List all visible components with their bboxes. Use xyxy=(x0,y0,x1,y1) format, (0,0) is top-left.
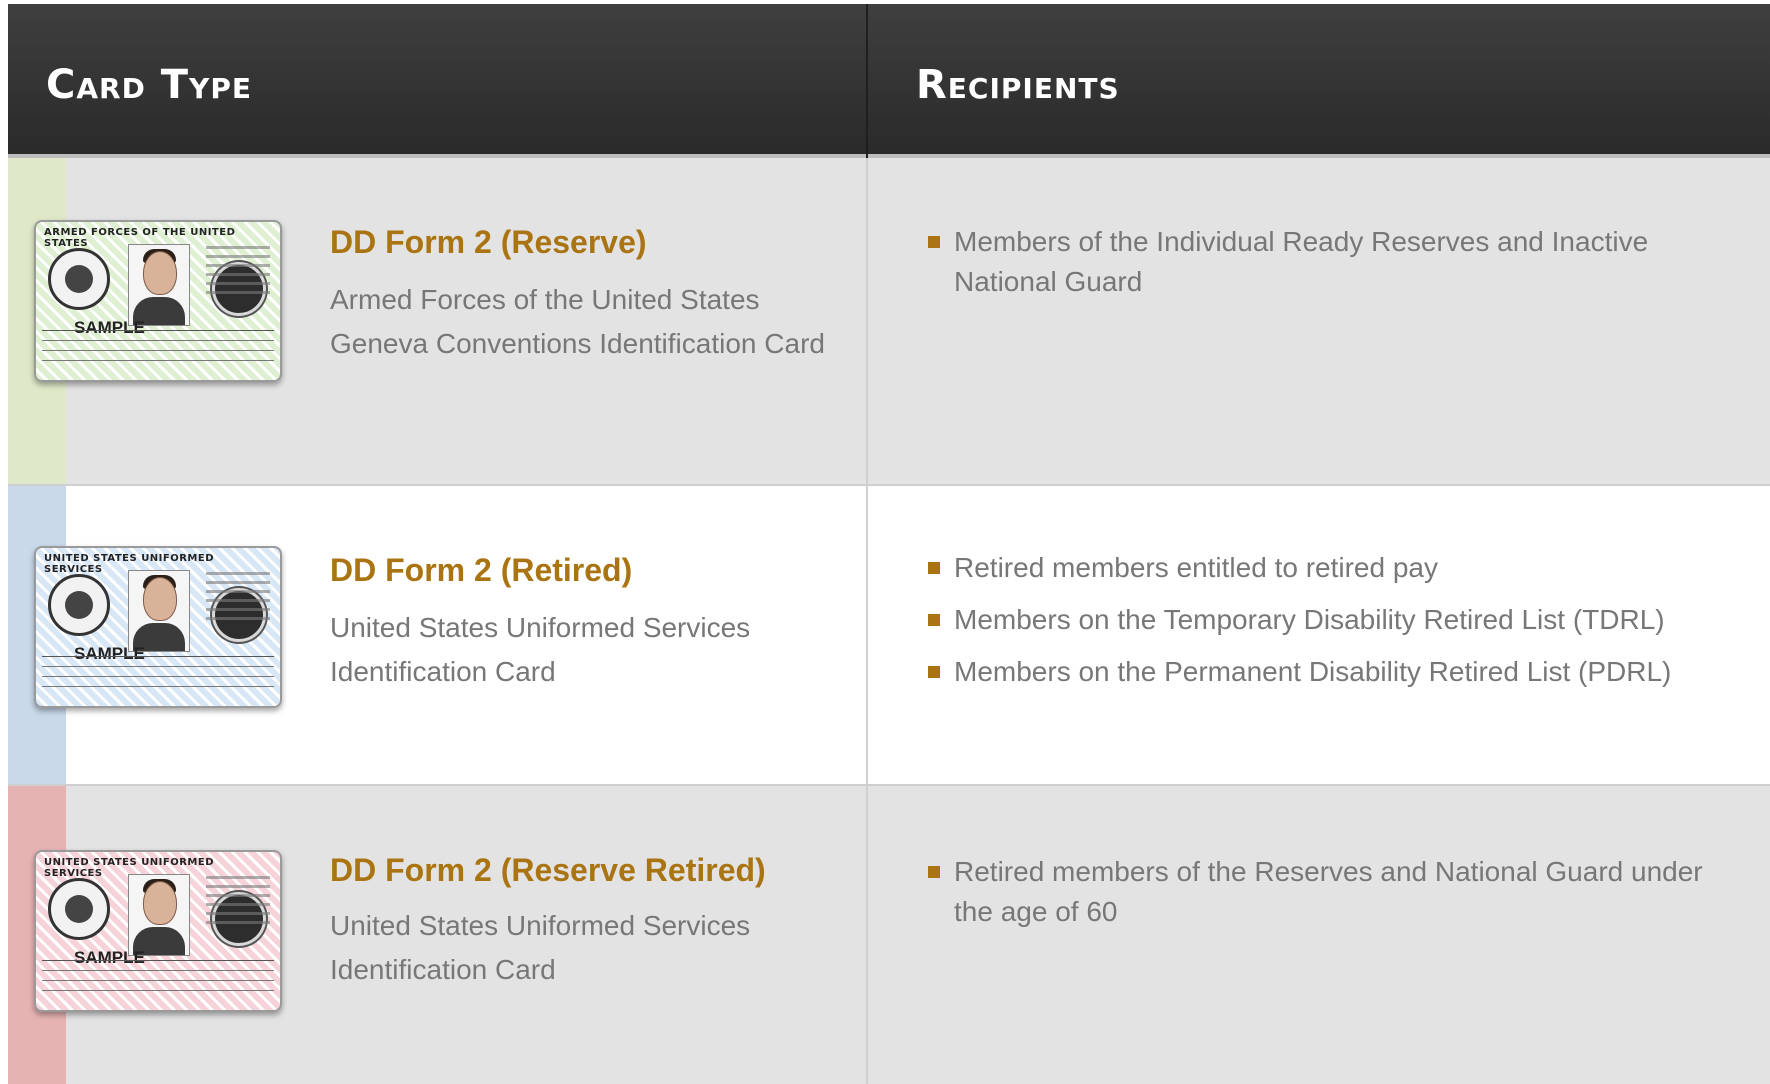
seal-icon xyxy=(48,248,110,310)
seal-icon xyxy=(48,878,110,940)
card-title: DD Form 2 (Retired) xyxy=(330,552,633,588)
table-row: United States Uniformed Services SAMPLE … xyxy=(8,486,1770,786)
id-photo xyxy=(128,244,190,326)
recipient-item: Retired members entitled to retired pay xyxy=(928,548,1748,588)
column-header-card-type: Card Type xyxy=(46,62,252,108)
recipients-list: Retired members entitled to retired pay M… xyxy=(928,548,1748,704)
seal-icon xyxy=(48,574,110,636)
id-card-image: Armed Forces of the United States SAMPLE xyxy=(34,220,282,382)
recipient-item: Members of the Individual Ready Reserves… xyxy=(928,222,1748,302)
recipients-list: Members of the Individual Ready Reserves… xyxy=(928,222,1748,314)
column-divider xyxy=(866,786,868,1084)
column-divider xyxy=(866,486,868,786)
table-header: Card Type Recipients xyxy=(8,4,1770,158)
card-info-lines xyxy=(206,246,270,300)
recipients-list: Retired members of the Reserves and Nati… xyxy=(928,852,1748,944)
card-grid-lines xyxy=(42,656,274,698)
recipient-item: Members on the Temporary Disability Reti… xyxy=(928,600,1748,640)
recipient-item: Members on the Permanent Disability Reti… xyxy=(928,652,1748,692)
card-description: Armed Forces of the United States Geneva… xyxy=(330,284,825,359)
card-grid-lines xyxy=(42,330,274,372)
card-description: United States Uniformed Services Identif… xyxy=(330,910,751,985)
card-types-table: Card Type Recipients Armed Forces of the… xyxy=(8,4,1770,1084)
id-photo xyxy=(128,874,190,956)
card-title: DD Form 2 (Reserve Retired) xyxy=(330,852,766,888)
id-card-image: United States Uniformed Services SAMPLE xyxy=(34,850,282,1012)
id-card-image: United States Uniformed Services SAMPLE xyxy=(34,546,282,708)
column-header-recipients: Recipients xyxy=(916,62,1120,108)
card-info-lines xyxy=(206,572,270,626)
id-photo xyxy=(128,570,190,652)
header-divider xyxy=(866,4,868,158)
card-grid-lines xyxy=(42,960,274,1002)
card-info-lines xyxy=(206,876,270,930)
card-description: United States Uniformed Services Identif… xyxy=(330,612,751,687)
card-title: DD Form 2 (Reserve) xyxy=(330,224,647,260)
column-divider xyxy=(866,158,868,486)
table-row: Armed Forces of the United States SAMPLE… xyxy=(8,158,1770,486)
table-row: United States Uniformed Services SAMPLE … xyxy=(8,786,1770,1084)
recipient-item: Retired members of the Reserves and Nati… xyxy=(928,852,1748,932)
